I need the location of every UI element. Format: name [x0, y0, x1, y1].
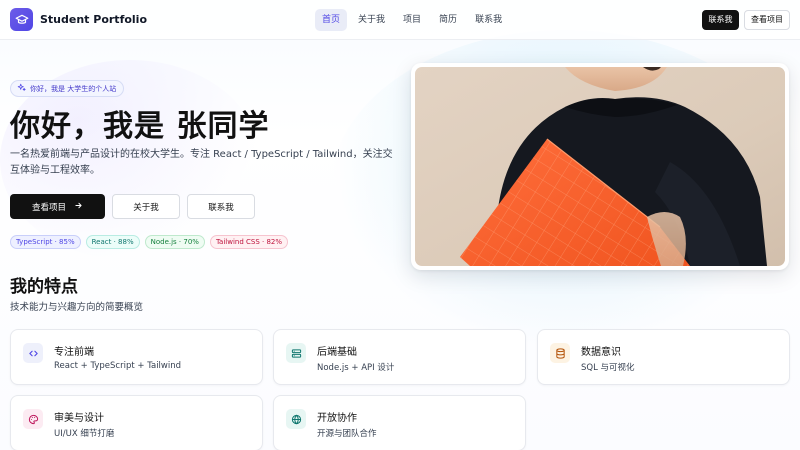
database-icon — [550, 343, 570, 363]
feature-card-frontend[interactable]: 专注前端 React + TypeScript + Tailwind — [10, 329, 263, 385]
nav-item-projects[interactable]: 项目 — [396, 9, 428, 31]
feature-card-desc: SQL 与可视化 — [581, 363, 635, 373]
features-title: 我的特点 — [10, 277, 78, 297]
feature-card-title: 专注前端 — [54, 347, 94, 358]
feature-card-title: 数据意识 — [581, 347, 621, 358]
arrow-right-icon — [74, 201, 83, 213]
code-icon — [23, 343, 43, 363]
palette-icon — [23, 409, 43, 429]
skill-tag-tailwind: Tailwind CSS · 82% — [209, 235, 289, 249]
header-projects-button[interactable]: 查看项目 — [744, 10, 790, 30]
feature-card-desc: Node.js + API 设计 — [317, 363, 395, 373]
skill-tag-typescript: TypeScript · 85% — [10, 235, 81, 249]
feature-card-desc: UI/UX 细节打磨 — [54, 429, 115, 439]
feature-card-title: 审美与设计 — [54, 413, 104, 424]
feature-card-backend[interactable]: 后端基础 Node.js + API 设计 — [273, 329, 526, 385]
graduation-cap-icon — [10, 8, 33, 31]
feature-card-design[interactable]: 审美与设计 UI/UX 细节打磨 — [10, 395, 263, 450]
features-subtitle: 技术能力与兴趣方向的简要概览 — [10, 302, 144, 313]
nav-item-about[interactable]: 关于我 — [351, 9, 392, 31]
skill-tags: TypeScript · 85% React · 88% Node.js · 7… — [10, 235, 289, 249]
hero-description: 一名热爱前端与产品设计的在校大学生。专注 React / TypeScript … — [10, 149, 393, 176]
server-icon — [286, 343, 306, 363]
hero-photo-frame — [411, 63, 789, 270]
nav-item-home[interactable]: 首页 — [315, 9, 348, 31]
hero-photo — [415, 67, 785, 266]
nav-item-resume[interactable]: 简历 — [432, 9, 464, 31]
site-header: Student Portfolio 首页 关于我 项目 简历 联系我 联系我 查… — [0, 0, 800, 40]
brand[interactable]: Student Portfolio — [10, 8, 147, 31]
main-nav: 首页 关于我 项目 简历 联系我 — [315, 9, 509, 31]
contact-me-button[interactable]: 联系我 — [187, 194, 255, 219]
header-contact-button[interactable]: 联系我 — [702, 10, 739, 30]
feature-card-desc: 开源与团队合作 — [317, 429, 377, 439]
intro-badge-text: 你好，我是 大学生的个人站 — [30, 84, 117, 93]
feature-card-title: 后端基础 — [317, 347, 357, 358]
intro-badge: 你好，我是 大学生的个人站 — [10, 80, 125, 97]
feature-card-desc: React + TypeScript + Tailwind — [54, 361, 182, 371]
skill-tag-nodejs: Node.js · 70% — [144, 235, 205, 249]
sparkles-icon — [17, 83, 26, 94]
view-projects-button[interactable]: 查看项目 — [10, 194, 105, 219]
about-me-button[interactable]: 关于我 — [112, 194, 180, 219]
hero-title: 你好，我是 张同学 — [10, 109, 270, 144]
skill-tag-react: React · 88% — [85, 235, 140, 249]
feature-card-title: 开放协作 — [317, 413, 357, 424]
feature-card-collaboration[interactable]: 开放协作 开源与团队合作 — [273, 395, 526, 450]
view-projects-label: 查看项目 — [31, 202, 66, 213]
feature-card-data[interactable]: 数据意识 SQL 与可视化 — [537, 329, 790, 385]
brand-name: Student Portfolio — [40, 13, 148, 26]
nav-item-contact[interactable]: 联系我 — [468, 9, 509, 31]
globe-icon — [286, 409, 306, 429]
